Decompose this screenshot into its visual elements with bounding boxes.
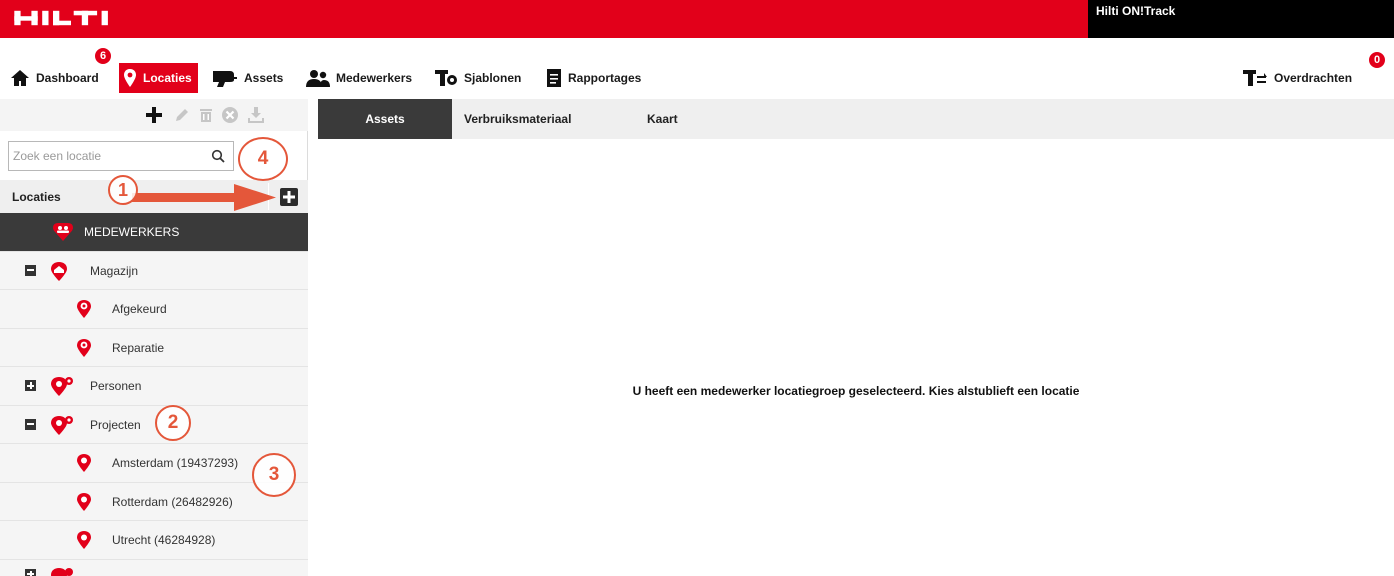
location-search: [8, 141, 234, 171]
locations-title: Locaties: [12, 190, 61, 204]
tree-item-projecten[interactable]: Projecten: [0, 405, 308, 444]
location-pin-icon: [77, 492, 91, 511]
location-pin-icon: [124, 69, 136, 87]
nav-overdrachten[interactable]: Overdrachten: [1242, 63, 1352, 93]
content-tabs: Assets Verbruiksmateriaal Kaart: [318, 99, 1394, 139]
tree-item-label: MEDEWERKERS: [84, 225, 180, 239]
annotation-4: 4: [238, 137, 288, 181]
brand-bar: Hilti ON!Track: [0, 0, 1394, 38]
add-button[interactable]: [144, 105, 164, 125]
tree-item-label: Afgekeurd: [112, 302, 167, 316]
tree-item-partial[interactable]: [0, 559, 308, 576]
nav-assets[interactable]: Assets: [212, 63, 283, 93]
tree-item-magazijn[interactable]: Magazijn: [0, 251, 308, 290]
nav-assets-label: Assets: [244, 71, 284, 85]
tree-item-label: Utrecht (46284928): [112, 533, 216, 547]
group-pin-icon: [51, 377, 73, 396]
nav-dashboard[interactable]: Dashboard: [10, 63, 99, 93]
download-button[interactable]: [246, 105, 266, 125]
location-pin-icon: [77, 531, 91, 549]
expand-icon[interactable]: [25, 568, 36, 576]
collapse-icon[interactable]: [25, 418, 36, 430]
home-icon: [11, 70, 29, 86]
delete-icon: [200, 109, 212, 122]
edit-button[interactable]: [172, 105, 192, 125]
sidebar-toolbar: [0, 99, 308, 131]
remove-icon: [222, 107, 238, 123]
plus-icon: [283, 191, 295, 203]
location-pin-icon: [77, 300, 91, 318]
dashboard-badge: 6: [93, 46, 113, 66]
nav-rapportages[interactable]: Rapportages: [546, 63, 641, 93]
location-pin-icon: [77, 338, 91, 357]
nav-sjablonen-label: Sjablonen: [464, 71, 522, 85]
nav-locaties-label: Locaties: [143, 71, 192, 85]
annotation-arrow: [132, 184, 276, 211]
tree-item-medewerkers[interactable]: MEDEWERKERS: [0, 213, 308, 252]
expand-icon[interactable]: [25, 380, 36, 391]
tree-item-reparatie[interactable]: Reparatie: [0, 328, 308, 367]
people-pin-icon: [53, 223, 73, 241]
empty-state-message: U heeft een medewerker locatiegroep gese…: [632, 384, 1080, 398]
report-icon: [547, 69, 561, 87]
add-icon: [146, 107, 162, 123]
nav-medewerkers-label: Medewerkers: [336, 71, 413, 85]
tree-item-label: Projecten: [90, 417, 141, 432]
main-nav: Dashboard 6 Locaties Assets Medewerkers …: [0, 38, 1394, 97]
nav-overdrachten-label: Overdrachten: [1274, 71, 1353, 85]
tab-verbruiksmateriaal[interactable]: Verbruiksmateriaal: [464, 99, 571, 139]
drill-icon: [213, 71, 237, 87]
tree-item-label: Personen: [90, 379, 142, 393]
nav-rapportages-label: Rapportages: [568, 71, 642, 85]
annotation-3: 3: [252, 453, 296, 497]
transfer-icon: [1243, 70, 1267, 86]
tree-item-personen[interactable]: Personen: [0, 367, 308, 406]
tree-item-label: Reparatie: [112, 340, 165, 355]
tab-assets[interactable]: Assets: [318, 99, 452, 139]
app-window: Hilti ON!Track Dashboard 6 Locaties Asse…: [0, 0, 1394, 576]
collapse-icon[interactable]: [25, 264, 36, 276]
warehouse-pin-icon: [51, 261, 67, 281]
template-icon: [435, 70, 457, 86]
group-pin-icon: [51, 567, 73, 576]
overdrachten-badge: 0: [1367, 50, 1387, 70]
download-icon: [248, 107, 264, 123]
location-search-input[interactable]: [9, 142, 199, 170]
add-location-button[interactable]: [280, 188, 298, 206]
location-pin-icon: [77, 454, 91, 472]
annotation-1: 1: [108, 175, 138, 205]
annotation-2: 2: [155, 405, 191, 441]
tree-item-label: Amsterdam (19437293): [112, 456, 239, 470]
tree-item-utrecht[interactable]: Utrecht (46284928): [0, 521, 308, 560]
delete-button[interactable]: [196, 105, 216, 125]
edit-icon: [176, 109, 188, 121]
remove-button[interactable]: [220, 105, 240, 125]
group-pin-icon: [51, 415, 73, 435]
hilti-logo: [14, 10, 108, 26]
product-name: Hilti ON!Track: [1096, 4, 1176, 18]
tree-item-label: Rotterdam (26482926): [112, 494, 233, 509]
nav-medewerkers[interactable]: Medewerkers: [306, 63, 412, 93]
tree-item-afgekeurd[interactable]: Afgekeurd: [0, 290, 308, 329]
tree-item-label: Magazijn: [90, 263, 139, 278]
search-icon[interactable]: [211, 149, 225, 163]
people-icon: [306, 70, 330, 87]
nav-sjablonen[interactable]: Sjablonen: [434, 63, 521, 93]
nav-locaties[interactable]: Locaties: [119, 63, 198, 93]
location-tree: MEDEWERKERS Magazijn Afgekeurd Reparatie: [0, 213, 308, 576]
tab-kaart[interactable]: Kaart: [647, 99, 678, 139]
nav-dashboard-label: Dashboard: [36, 71, 99, 85]
